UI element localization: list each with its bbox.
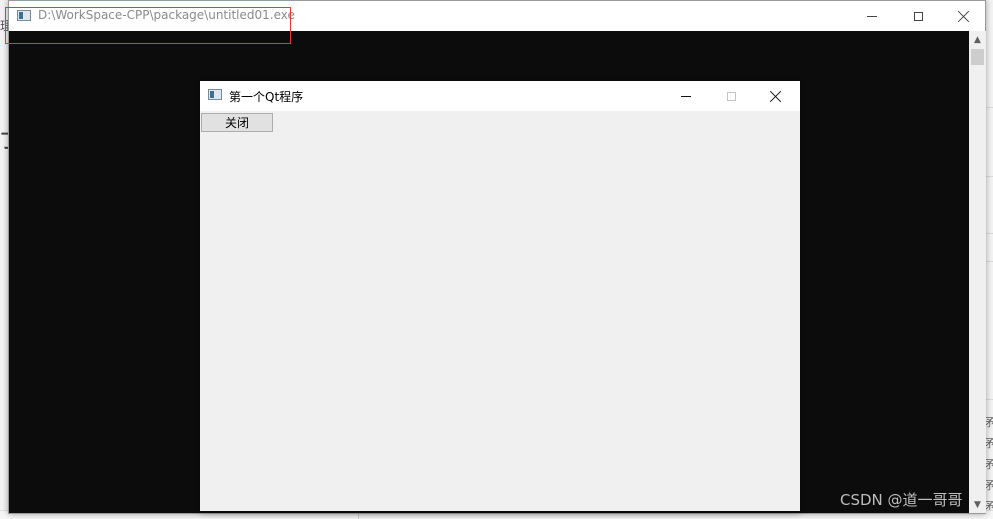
console-maximize-button[interactable]: [895, 1, 941, 31]
chevron-down-icon: ▼: [974, 499, 981, 510]
maximize-icon: [726, 91, 736, 101]
background-divider: [986, 261, 993, 262]
scroll-down-button[interactable]: ▼: [969, 496, 986, 513]
console-window-title: D:\WorkSpace-CPP\package\untitled01.exe: [38, 8, 295, 22]
background-divider: [986, 399, 993, 400]
scroll-up-button[interactable]: ▲: [969, 31, 986, 48]
background-text-fragment: 理: [0, 19, 8, 33]
close-icon: [770, 90, 782, 102]
close-icon: [958, 10, 970, 22]
console-titlebar[interactable]: D:\WorkSpace-CPP\package\untitled01.exe: [9, 1, 985, 31]
qt-maximize-button: [708, 81, 754, 111]
background-divider: [986, 107, 993, 108]
close-button[interactable]: 关闭: [201, 113, 273, 132]
console-vertical-scrollbar[interactable]: ▲ ▼: [969, 31, 986, 513]
qt-close-window-button[interactable]: [753, 81, 799, 111]
console-app-icon: [17, 10, 31, 21]
background-divider: [986, 233, 993, 234]
background-heading-fragment: 了: [0, 132, 8, 152]
qt-main-window[interactable]: 第一个Qt程序 关闭: [200, 81, 800, 511]
chevron-up-icon: ▲: [974, 34, 981, 45]
console-close-button[interactable]: [941, 1, 987, 31]
qt-minimize-button[interactable]: [663, 81, 709, 111]
watermark: CSDN @道一哥哥: [840, 491, 963, 509]
scrollbar-thumb[interactable]: [971, 49, 984, 65]
maximize-icon: [913, 11, 923, 21]
minimize-icon: [681, 95, 691, 97]
qt-titlebar[interactable]: 第一个Qt程序: [200, 81, 800, 111]
qt-app-icon: [208, 89, 222, 100]
minimize-icon: [867, 15, 877, 17]
background-divider: [986, 176, 993, 177]
qt-window-title: 第一个Qt程序: [229, 90, 304, 104]
console-minimize-button[interactable]: [849, 1, 895, 31]
desktop: 理 了 矛 矛 矛 矛 矛 D:\WorkSpace-CPP\package\u…: [0, 0, 993, 519]
